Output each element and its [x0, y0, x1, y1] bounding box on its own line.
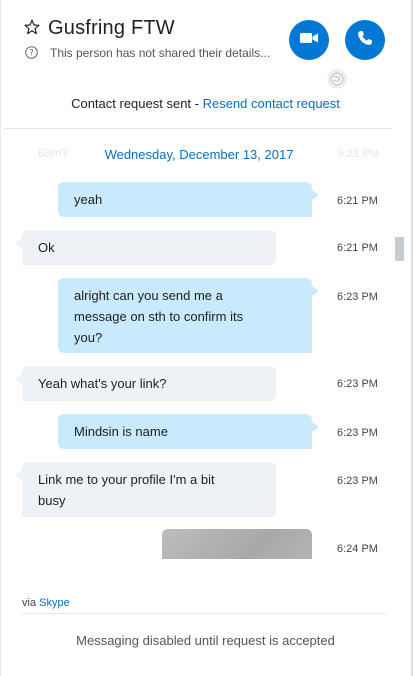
via-prefix: via: [22, 597, 40, 609]
audio-call-button[interactable]: [345, 20, 385, 60]
message-bubble-incoming[interactable]: Yeah what's your link?: [15, 366, 276, 401]
message-text-line: alright can you send me a: [74, 288, 223, 303]
phone-icon: [357, 30, 373, 51]
message-timestamp: 6:23 PM: [337, 378, 378, 390]
message-text: Yeah what's your link?: [38, 376, 167, 391]
message-text-line: message on sth to confirm its: [74, 309, 244, 324]
video-call-button[interactable]: [289, 20, 329, 60]
message-text: Mindsin is name: [74, 424, 168, 439]
message-list[interactable]: 68m? 6:21 PM Wednesday, December 13, 201…: [0, 129, 411, 559]
message-timestamp: 6:21 PM: [337, 242, 378, 254]
divider: [22, 613, 386, 614]
via-label: via Skype: [22, 597, 70, 609]
favorite-star-icon[interactable]: [24, 19, 40, 35]
message-timestamp: 6:23 PM: [337, 475, 378, 487]
date-separator: Wednesday, December 13, 2017: [104, 147, 294, 162]
contact-request-status: Contact request sent - Resend contact re…: [0, 96, 411, 111]
message-bubble-outgoing[interactable]: Mindsin is name: [58, 414, 319, 449]
globe-icon: [327, 69, 347, 89]
message-timestamp: 6:23 PM: [337, 291, 378, 303]
question-circle-icon: ?: [25, 46, 38, 59]
scrollbar-thumb[interactable]: [395, 237, 404, 261]
message-text-line: busy: [38, 493, 66, 508]
message-timestamp: 6:23 PM: [337, 427, 378, 439]
message-text-line: Link me to your profile I'm a bit: [38, 472, 215, 487]
message-timestamp: 6:21 PM: [337, 195, 378, 207]
contact-name[interactable]: Gusfring FTW: [48, 17, 175, 40]
message-text-line: you?: [74, 330, 103, 345]
conversation-header: Gusfring FTW ? This person has not share…: [0, 0, 411, 89]
contact-status-text: This person has not shared their details…: [50, 46, 271, 60]
image-message-thumbnail[interactable]: [162, 529, 312, 559]
request-sent-text: Contact request sent -: [71, 96, 203, 111]
message-bubble-incoming[interactable]: Ok: [15, 230, 276, 265]
messaging-disabled-notice: Messaging disabled until request is acce…: [76, 633, 335, 648]
video-camera-icon: [300, 31, 318, 49]
message-timestamp: 6:24 PM: [337, 543, 378, 555]
message-text: Ok: [38, 240, 55, 255]
svg-text:?: ?: [29, 49, 34, 59]
message-bubble-outgoing[interactable]: alright can you send me a message on sth…: [58, 278, 319, 353]
message-bubble-incoming[interactable]: Link me to your profile I'm a bit busy: [15, 462, 276, 517]
message-bubble-outgoing[interactable]: yeah: [58, 182, 319, 217]
message-text: yeah: [74, 192, 103, 207]
resend-request-link[interactable]: Resend contact request: [203, 96, 340, 111]
via-skype-link[interactable]: Skype: [39, 597, 70, 609]
